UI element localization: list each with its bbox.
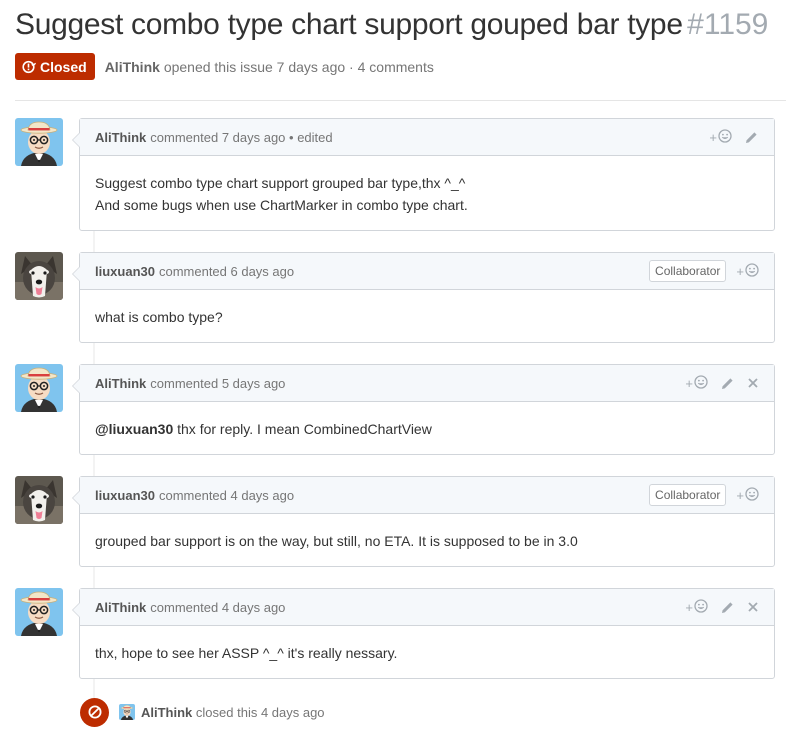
comment-timestamp[interactable]: commented 4 days ago <box>159 488 294 503</box>
comment-body: what is combo type? <box>80 290 774 342</box>
avatar[interactable] <box>15 476 63 524</box>
comment-author[interactable]: liuxuan30 <box>95 264 155 279</box>
comment-header: liuxuan30 commented 4 days ago Collabora… <box>80 477 774 514</box>
edit-button[interactable] <box>720 376 735 391</box>
comment-text-line: @liuxuan30 thx for reply. I mean Combine… <box>95 421 432 437</box>
edit-button[interactable] <box>744 130 759 145</box>
state-label: Closed <box>40 58 87 75</box>
pencil-icon <box>744 130 759 145</box>
comment-text-line: grouped bar support is on the way, but s… <box>95 533 578 549</box>
event-author-link[interactable]: AliThink <box>141 705 192 720</box>
add-reaction-button[interactable]: + <box>736 262 759 280</box>
comment-timestamp[interactable]: commented 4 days ago <box>150 600 285 615</box>
pencil-icon <box>720 376 735 391</box>
delete-button[interactable] <box>747 601 759 613</box>
add-reaction-button[interactable]: + <box>685 598 708 616</box>
closed-event: AliThink closed this 4 days ago <box>80 697 325 727</box>
issue-meta-text: AliThink opened this issue 7 days ago · … <box>105 59 434 75</box>
comment-body: @liuxuan30 thx for reply. I mean Combine… <box>80 402 774 454</box>
avatar[interactable] <box>15 252 63 300</box>
issue-title: Suggest combo type chart support gouped … <box>15 8 683 41</box>
comment-text-line: And some bugs when use ChartMarker in co… <box>95 197 468 213</box>
issue-opened-text: opened this issue 7 days ago · 4 comment… <box>163 58 434 75</box>
comment-body: thx, hope to see her ASSP ^_^ it's reall… <box>80 626 774 678</box>
comment-box: AliThink commented 4 days ago + thx, hop… <box>72 588 775 679</box>
comment-box: liuxuan30 commented 6 days ago Collabora… <box>72 252 775 343</box>
issue-closed-icon <box>22 60 36 74</box>
header-divider <box>15 100 786 101</box>
add-reaction-button[interactable]: + <box>709 128 732 146</box>
comment-header: AliThink commented 4 days ago + <box>80 589 774 626</box>
close-icon <box>747 377 759 389</box>
closed-state-badge: Closed <box>15 53 95 80</box>
comment-author[interactable]: AliThink <box>95 376 146 391</box>
comment-header: AliThink commented 7 days ago • edited + <box>80 119 774 156</box>
event-avatar[interactable] <box>119 704 135 720</box>
delete-button[interactable] <box>747 377 759 389</box>
comment-text-line: Suggest combo type chart support grouped… <box>95 175 466 191</box>
collaborator-badge: Collaborator <box>649 260 727 282</box>
comment-header: AliThink commented 5 days ago + <box>80 365 774 402</box>
collaborator-badge: Collaborator <box>649 484 727 506</box>
comment-author[interactable]: AliThink <box>95 130 146 145</box>
avatar[interactable] <box>15 588 63 636</box>
close-icon <box>747 601 759 613</box>
comment-text-line: what is combo type? <box>95 309 223 325</box>
issue-author-link[interactable]: AliThink <box>105 59 160 75</box>
comment-box: liuxuan30 commented 4 days ago Collabora… <box>72 476 775 567</box>
comment-author[interactable]: liuxuan30 <box>95 488 155 503</box>
reaction-icon <box>745 262 759 280</box>
avatar[interactable] <box>15 364 63 412</box>
pencil-icon <box>720 600 735 615</box>
reaction-icon <box>694 374 708 392</box>
event-text: AliThink closed this 4 days ago <box>141 704 325 720</box>
comment-body: grouped bar support is on the way, but s… <box>80 514 774 566</box>
edit-button[interactable] <box>720 600 735 615</box>
avatar[interactable] <box>15 118 63 166</box>
comment-timestamp[interactable]: commented 5 days ago <box>150 376 285 391</box>
comment-body: Suggest combo type chart support grouped… <box>80 156 774 230</box>
reaction-icon <box>694 598 708 616</box>
comment-timestamp[interactable]: commented 6 days ago <box>159 264 294 279</box>
comment-author[interactable]: AliThink <box>95 600 146 615</box>
comment-header: liuxuan30 commented 6 days ago Collabora… <box>80 253 774 290</box>
reaction-icon <box>718 128 732 146</box>
issue-number: #1159 <box>687 8 769 41</box>
reaction-icon <box>745 486 759 504</box>
add-reaction-button[interactable]: + <box>685 374 708 392</box>
comment-text-line: thx, hope to see her ASSP ^_^ it's reall… <box>95 645 398 661</box>
circle-slash-icon <box>80 697 109 727</box>
comment-timestamp[interactable]: commented 7 days ago • edited <box>150 130 332 145</box>
add-reaction-button[interactable]: + <box>736 486 759 504</box>
comment-box: AliThink commented 5 days ago + @liuxuan… <box>72 364 775 455</box>
comment-box: AliThink commented 7 days ago • edited +… <box>72 118 775 231</box>
issue-meta: Closed AliThink opened this issue 7 days… <box>15 53 434 80</box>
issue-title-row: Suggest combo type chart support gouped … <box>15 8 786 42</box>
user-mention-link[interactable]: @liuxuan30 <box>95 421 173 437</box>
